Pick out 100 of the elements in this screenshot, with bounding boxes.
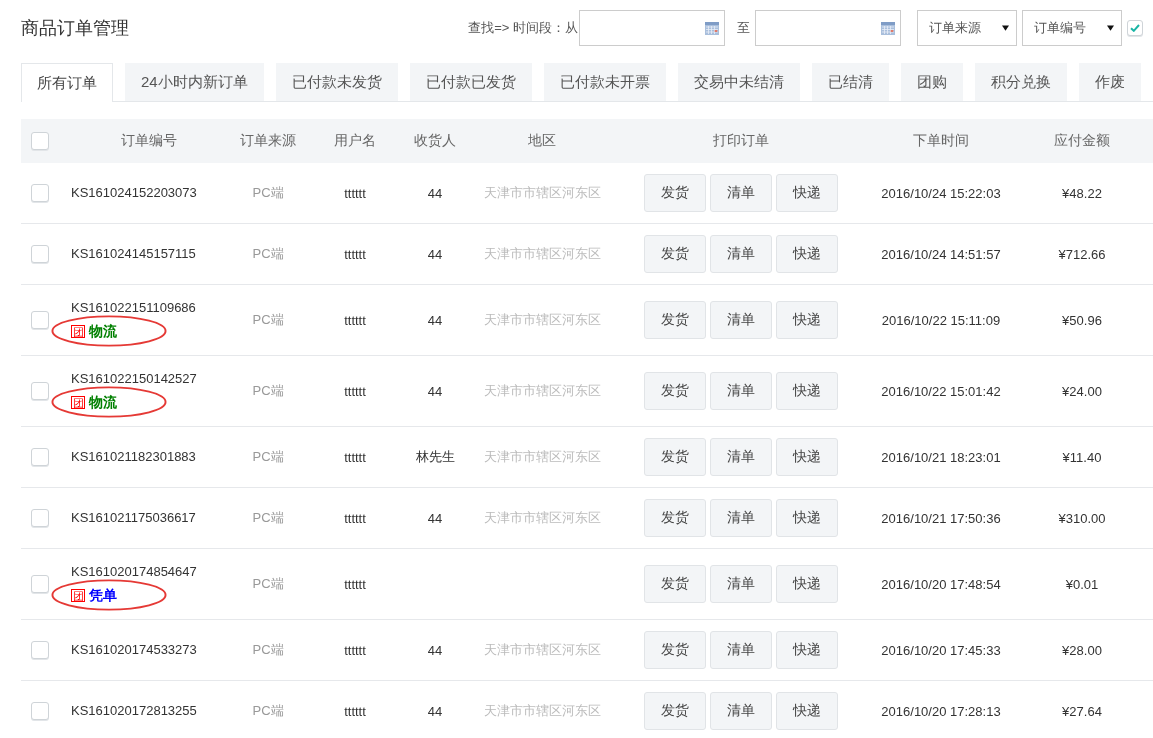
tab[interactable]: 24小时内新订单 <box>125 63 264 101</box>
action-button[interactable]: 发货 <box>644 174 706 212</box>
action-button[interactable]: 快递 <box>776 372 838 410</box>
action-button[interactable]: 快递 <box>776 174 838 212</box>
date-field[interactable] <box>579 10 725 46</box>
tab[interactable]: 团购 <box>900 63 963 101</box>
amount-due: ¥48.22 <box>1062 185 1102 201</box>
user-name: tttttt <box>344 185 366 201</box>
row-checkbox[interactable] <box>31 448 49 466</box>
select-all-checkbox[interactable] <box>31 132 49 150</box>
delivery-tag: 物流 <box>89 323 117 339</box>
calendar-icon <box>705 21 719 35</box>
action-button[interactable]: 快递 <box>776 499 838 537</box>
column-header: 地区 <box>528 132 556 148</box>
user-name: tttttt <box>344 642 366 658</box>
order-source: PC端 <box>252 383 284 398</box>
tab[interactable]: 作废 <box>1078 63 1141 101</box>
order-time: 2016/10/20 17:28:13 <box>881 703 1001 719</box>
consignee-name: 44 <box>427 642 443 658</box>
tab[interactable]: 所有订单 <box>21 63 113 102</box>
select-dropdown[interactable]: 订单编号 <box>1022 10 1122 46</box>
action-button[interactable]: 清单 <box>710 372 772 410</box>
checkbox[interactable] <box>1127 20 1143 36</box>
amount-due: ¥27.64 <box>1062 703 1102 719</box>
order-time: 2016/10/24 15:22:03 <box>881 185 1001 201</box>
order-source: PC端 <box>252 510 284 525</box>
action-button[interactable]: 清单 <box>710 301 772 339</box>
date-field[interactable] <box>755 10 901 46</box>
row-checkbox[interactable] <box>31 245 49 263</box>
tab[interactable]: 已结清 <box>811 63 889 101</box>
action-button[interactable]: 发货 <box>644 692 706 730</box>
column-header: 打印订单 <box>713 132 769 148</box>
action-button[interactable]: 快递 <box>776 301 838 339</box>
page-title: 商品订单管理 <box>21 17 129 40</box>
order-source: PC端 <box>252 449 284 464</box>
column-header: 收货人 <box>414 132 456 148</box>
action-button[interactable]: 快递 <box>776 438 838 476</box>
action-button[interactable]: 清单 <box>710 235 772 273</box>
action-button[interactable]: 清单 <box>710 499 772 537</box>
row-checkbox[interactable] <box>31 311 49 329</box>
tab[interactable]: 积分兑换 <box>974 63 1067 101</box>
action-button[interactable]: 快递 <box>776 692 838 730</box>
tab[interactable]: 已付款未开票 <box>543 63 666 101</box>
select-dropdown[interactable]: 订单来源 <box>917 10 1017 46</box>
tab[interactable]: 已付款未发货 <box>275 63 398 101</box>
row-checkbox[interactable] <box>31 575 49 593</box>
action-button[interactable]: 清单 <box>710 565 772 603</box>
region-text: 天津市市辖区河东区 <box>483 246 601 261</box>
action-button[interactable]: 快递 <box>776 235 838 273</box>
action-button[interactable]: 发货 <box>644 499 706 537</box>
row-checkbox[interactable] <box>31 382 49 400</box>
action-button[interactable]: 发货 <box>644 301 706 339</box>
column-header: 应付金额 <box>1054 132 1110 148</box>
user-name: tttttt <box>344 312 366 328</box>
tab[interactable]: 已付款已发货 <box>409 63 532 101</box>
order-number: KS161021175036617 <box>71 509 196 527</box>
user-name: tttttt <box>344 383 366 399</box>
order-time: 2016/10/20 17:48:54 <box>881 576 1001 592</box>
group-buy-tag: 团 <box>71 324 85 338</box>
action-button[interactable]: 快递 <box>776 565 838 603</box>
action-button[interactable]: 清单 <box>710 174 772 212</box>
order-time: 2016/10/21 17:50:36 <box>881 510 1001 526</box>
user-name: tttttt <box>344 510 366 526</box>
consignee-name: 44 <box>427 312 443 328</box>
user-name: tttttt <box>344 246 366 262</box>
caret-icon <box>1107 25 1114 31</box>
order-time: 2016/10/22 15:11:09 <box>881 312 1001 328</box>
row-checkbox[interactable] <box>31 641 49 659</box>
tab[interactable]: 交易中未结清 <box>677 63 800 101</box>
action-button[interactable]: 发货 <box>644 372 706 410</box>
action-button[interactable]: 发货 <box>644 565 706 603</box>
order-number: KS161024145157115 <box>71 245 196 263</box>
consignee-name: 林先生 <box>415 449 455 464</box>
column-header: 订单来源 <box>240 132 296 148</box>
action-button[interactable]: 清单 <box>710 692 772 730</box>
action-button[interactable]: 发货 <box>644 631 706 669</box>
region-text: 天津市市辖区河东区 <box>483 185 601 200</box>
consignee-name: 44 <box>427 510 443 526</box>
action-button[interactable]: 清单 <box>710 631 772 669</box>
action-button[interactable]: 快递 <box>776 631 838 669</box>
order-source: PC端 <box>252 642 284 657</box>
amount-due: ¥11.40 <box>1062 449 1102 465</box>
search-label: 至 <box>737 19 750 37</box>
action-button[interactable]: 发货 <box>644 235 706 273</box>
row-checkbox[interactable] <box>31 509 49 527</box>
column-header: 下单时间 <box>913 132 969 148</box>
consignee-name: 44 <box>427 246 443 262</box>
amount-due: ¥28.00 <box>1062 642 1102 658</box>
region-text: 天津市市辖区河东区 <box>483 312 601 327</box>
order-number: KS161022151109686 <box>71 299 196 317</box>
action-button[interactable]: 发货 <box>644 438 706 476</box>
amount-due: ¥50.96 <box>1062 312 1102 328</box>
row-checkbox[interactable] <box>31 184 49 202</box>
order-source: PC端 <box>252 246 284 261</box>
region-text: 天津市市辖区河东区 <box>483 510 601 525</box>
row-checkbox[interactable] <box>31 702 49 720</box>
order-number: KS161020174854647 <box>71 563 197 581</box>
user-name: tttttt <box>344 576 366 592</box>
action-button[interactable]: 清单 <box>710 438 772 476</box>
calendar-icon <box>881 21 895 35</box>
